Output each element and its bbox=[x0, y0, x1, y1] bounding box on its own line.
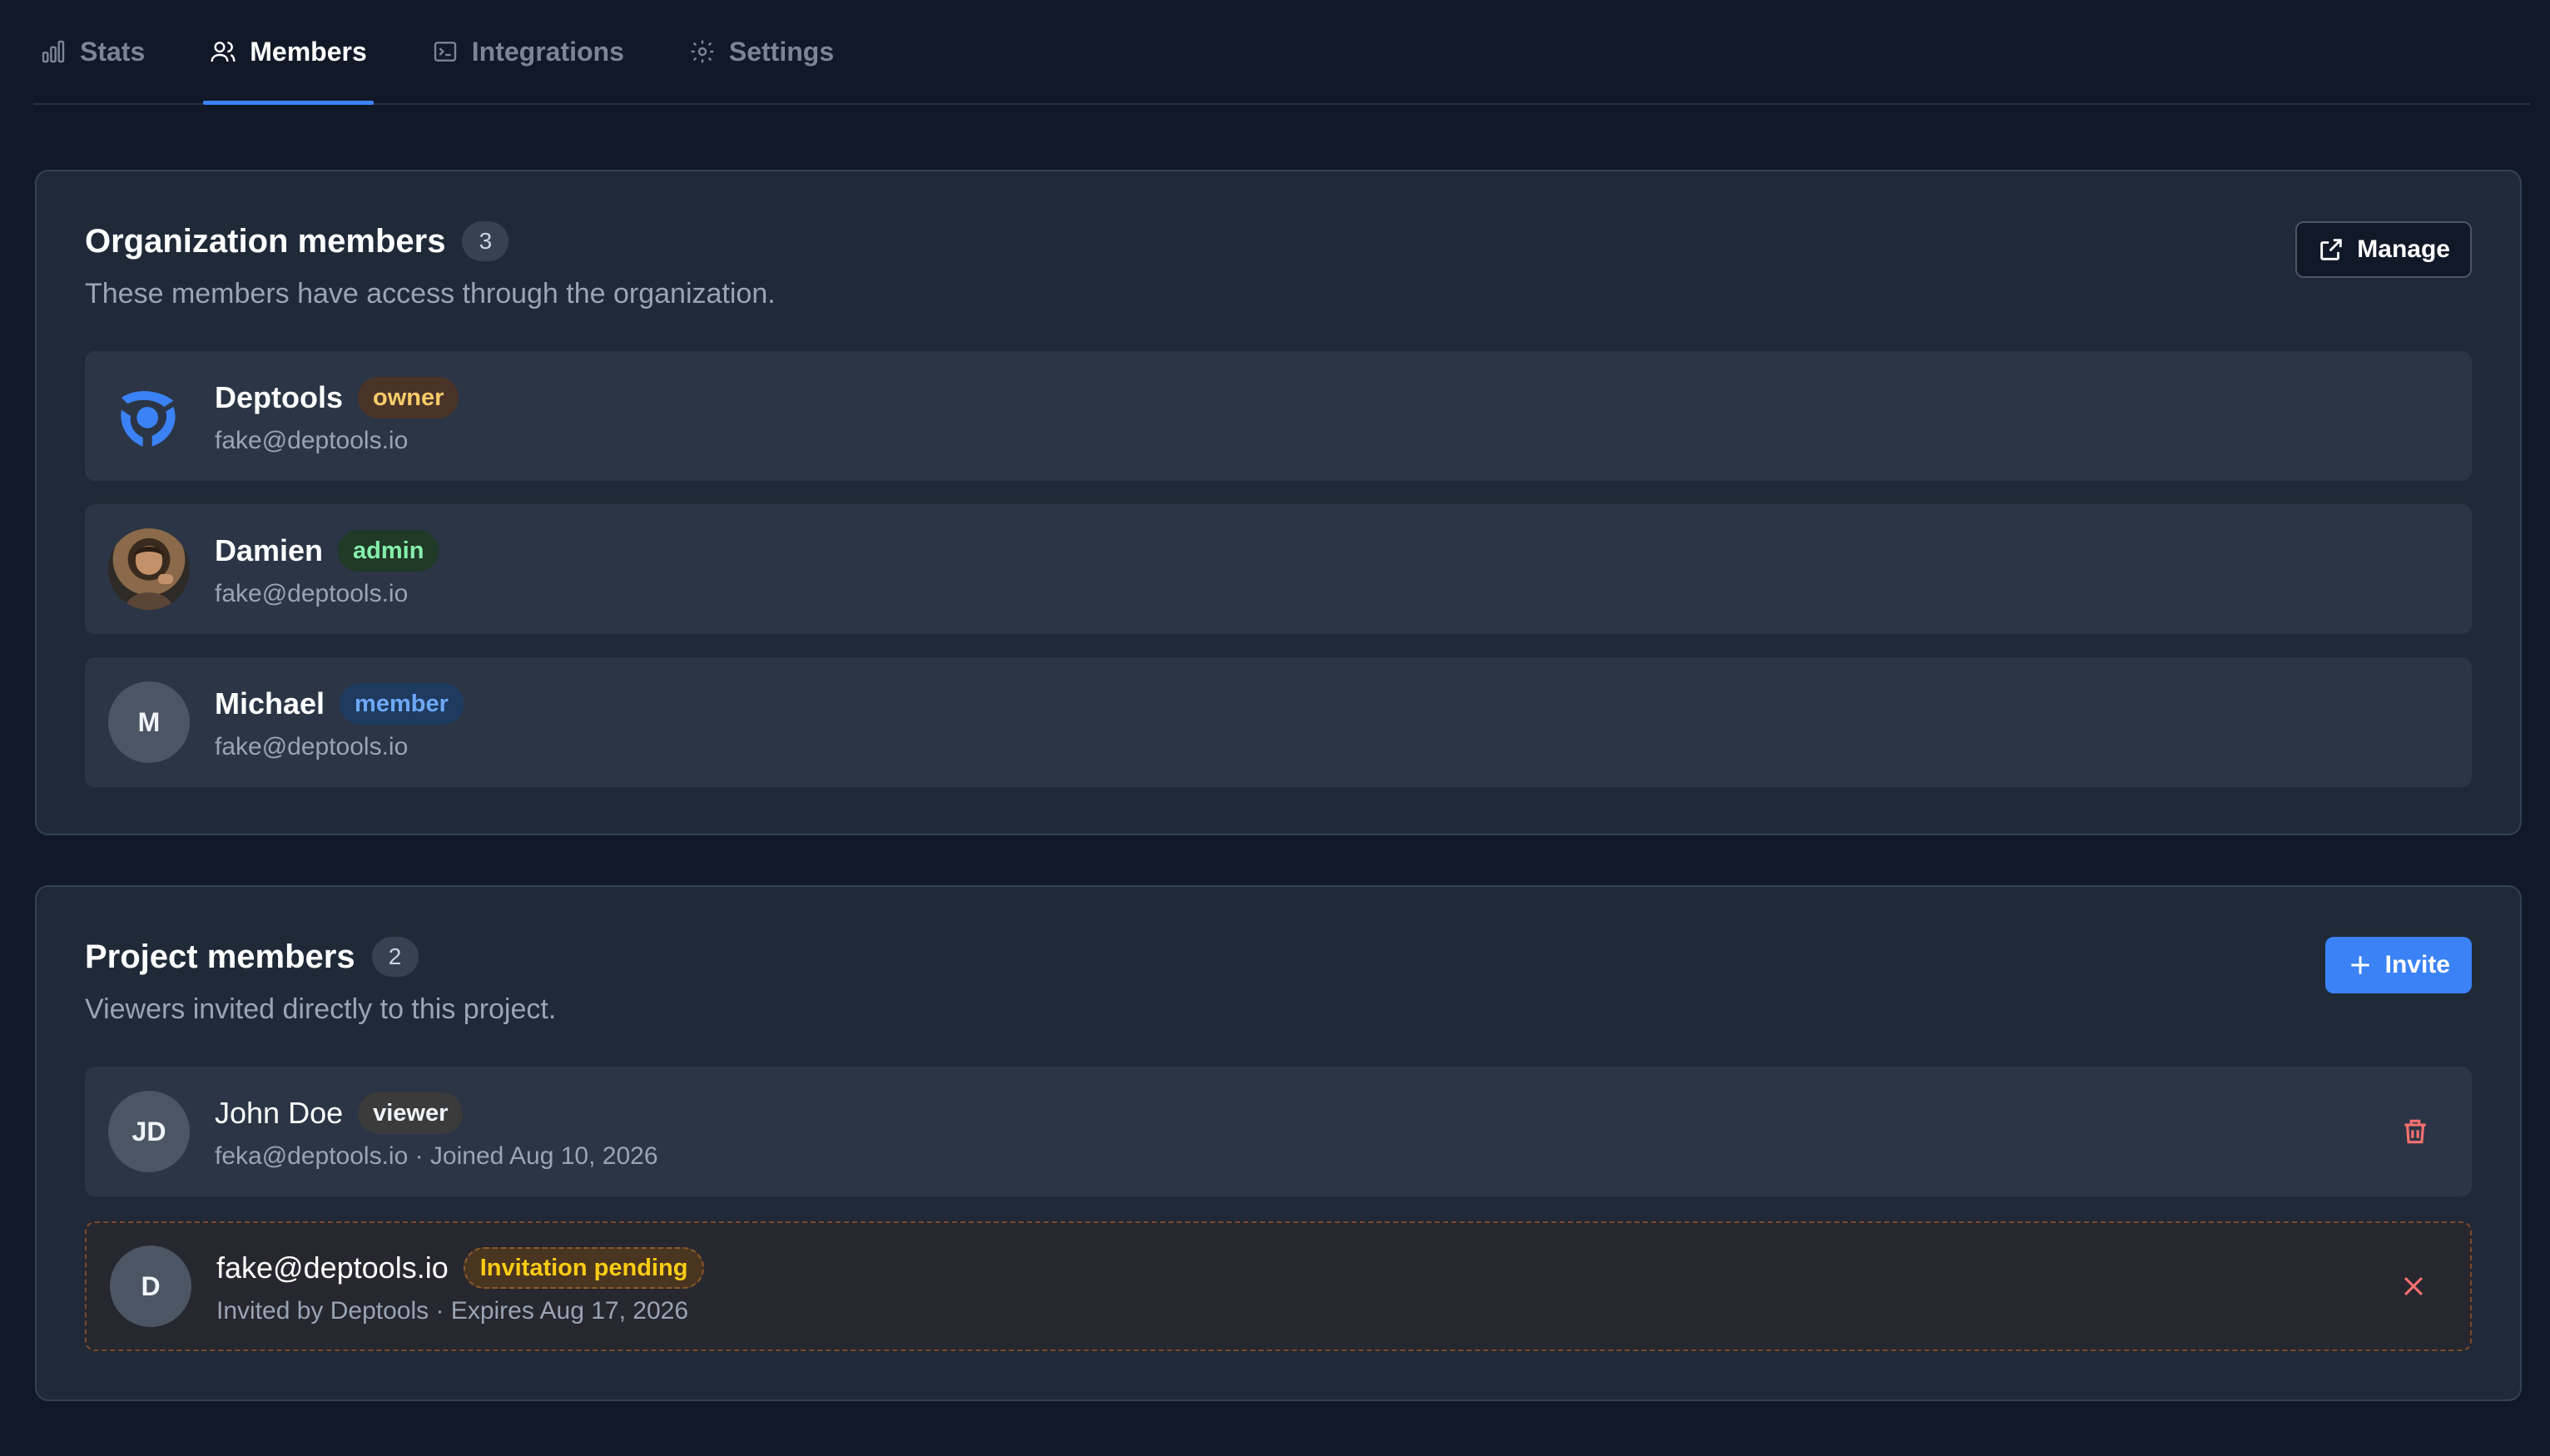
users-icon bbox=[211, 42, 236, 62]
manage-label: Manage bbox=[2357, 235, 2450, 263]
list-item: Damien admin fake@deptools.io bbox=[85, 504, 2472, 634]
org-members-count: 3 bbox=[462, 221, 509, 261]
avatar-photo bbox=[125, 547, 173, 610]
bar-chart-icon bbox=[42, 40, 65, 63]
list-item: JD John Doe viewer feka@deptools.io · Jo… bbox=[85, 1067, 2472, 1196]
invitee-email: fake@deptools.io bbox=[216, 1250, 449, 1285]
name-line: Damien admin bbox=[215, 530, 439, 572]
project-members-card: Project members 2 Viewers invited direct… bbox=[35, 885, 2522, 1401]
member-info: John Doe viewer feka@deptools.io · Joine… bbox=[215, 1092, 658, 1171]
card-header: Organization members 3 These members hav… bbox=[85, 221, 2472, 310]
list-item-pending-invite: D fake@deptools.io Invitation pending In… bbox=[85, 1221, 2472, 1351]
invite-meta: Invited by Deptools · Expires Aug 17, 20… bbox=[216, 1297, 689, 1325]
member-name: Michael bbox=[215, 686, 325, 721]
tab-bar: Stats Members Integrations Settings bbox=[33, 0, 2530, 105]
member-name: John Doe bbox=[215, 1096, 344, 1130]
tab-label: Integrations bbox=[471, 36, 624, 67]
plus-icon bbox=[2350, 956, 2369, 974]
member-info: Michael member fake@deptools.io bbox=[215, 683, 464, 761]
tab-label: Settings bbox=[728, 36, 835, 67]
cancel-invite-button[interactable] bbox=[2394, 1266, 2433, 1306]
member-info: Damien admin fake@deptools.io bbox=[215, 530, 439, 608]
org-members-title: Organization members bbox=[85, 222, 446, 260]
name-line: John Doe viewer bbox=[215, 1092, 658, 1134]
role-badge: viewer bbox=[358, 1092, 464, 1134]
gear-icon bbox=[691, 40, 714, 63]
role-badge: member bbox=[340, 683, 464, 725]
member-meta: feka@deptools.io · Joined Aug 10, 2026 bbox=[215, 1142, 658, 1170]
manage-button[interactable]: Manage bbox=[2295, 221, 2472, 278]
list-item: Deptools owner fake@deptools.io bbox=[85, 351, 2472, 481]
avatar bbox=[108, 528, 190, 610]
external-link-icon bbox=[2320, 239, 2343, 260]
name-line: Michael member bbox=[215, 683, 464, 725]
tab-members[interactable]: Members bbox=[203, 0, 374, 105]
card-header: Project members 2 Viewers invited direct… bbox=[85, 937, 2472, 1026]
avatar: D bbox=[110, 1246, 191, 1327]
role-badge: admin bbox=[338, 530, 439, 572]
tab-integrations[interactable]: Integrations bbox=[425, 0, 631, 103]
member-name: Deptools bbox=[215, 380, 344, 414]
terminal-icon bbox=[434, 42, 456, 62]
member-info: fake@deptools.io Invitation pending Invi… bbox=[216, 1247, 705, 1325]
deptools-logo bbox=[108, 375, 190, 457]
close-icon bbox=[2404, 1276, 2423, 1296]
role-badge: owner bbox=[358, 377, 459, 418]
organization-members-card: Organization members 3 These members hav… bbox=[35, 170, 2522, 835]
member-email: fake@deptools.io bbox=[215, 580, 409, 607]
tab-stats[interactable]: Stats bbox=[33, 0, 151, 103]
member-info: Deptools owner fake@deptools.io bbox=[215, 377, 459, 455]
project-members-count: 2 bbox=[371, 937, 419, 977]
tab-label: Stats bbox=[80, 36, 146, 67]
card-title: Project members 2 bbox=[85, 937, 2472, 977]
avatar: JD bbox=[108, 1091, 190, 1172]
name-line: Deptools owner bbox=[215, 377, 459, 418]
project-members-title: Project members bbox=[85, 938, 355, 975]
avatar: M bbox=[108, 681, 190, 763]
invite-label: Invite bbox=[2384, 951, 2450, 978]
remove-member-button[interactable] bbox=[2395, 1112, 2435, 1151]
card-title: Organization members 3 bbox=[85, 221, 2472, 261]
status-badge: Invitation pending bbox=[463, 1247, 705, 1289]
invite-button[interactable]: Invite bbox=[2324, 937, 2472, 993]
tab-settings[interactable]: Settings bbox=[682, 0, 841, 103]
project-members-subtitle: Viewers invited directly to this project… bbox=[85, 993, 557, 1025]
trash-icon bbox=[2404, 1119, 2426, 1144]
tab-label: Members bbox=[250, 36, 367, 67]
member-email: fake@deptools.io bbox=[215, 733, 409, 760]
name-line: fake@deptools.io Invitation pending bbox=[216, 1247, 705, 1289]
list-item: M Michael member fake@deptools.io bbox=[85, 657, 2472, 787]
member-name: Damien bbox=[215, 533, 324, 567]
org-members-subtitle: These members have access through the or… bbox=[85, 278, 776, 310]
deptools-logo-icon bbox=[121, 391, 176, 447]
member-email: fake@deptools.io bbox=[215, 427, 409, 454]
